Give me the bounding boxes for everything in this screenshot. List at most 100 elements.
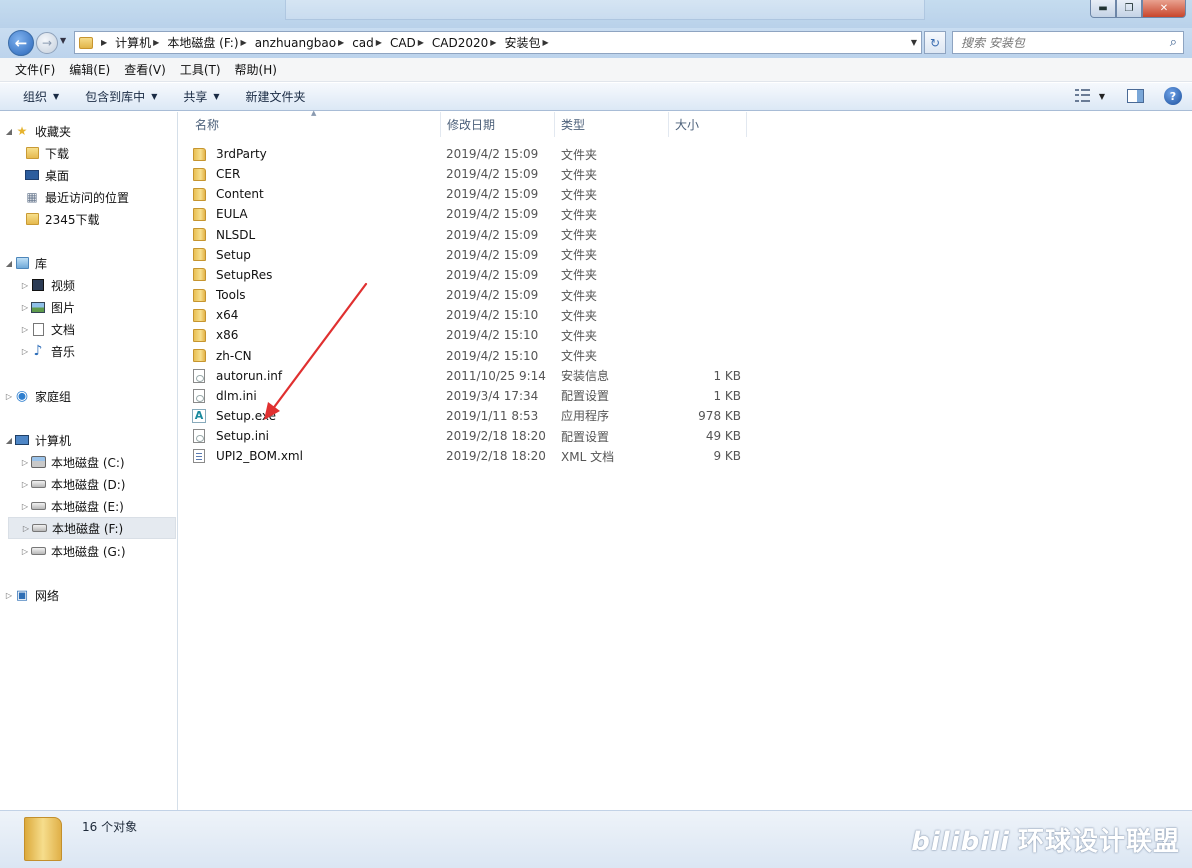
minimize-button[interactable]: ▬ xyxy=(1090,0,1116,18)
file-date: 2019/4/2 15:09 xyxy=(446,247,539,262)
breadcrumb-item[interactable]: 安装包 xyxy=(504,34,540,51)
menu-view[interactable]: 查看(V) xyxy=(117,61,173,78)
breadcrumb-separator[interactable]: ▶ xyxy=(376,38,382,47)
expand-triangle-icon[interactable]: ◢ xyxy=(4,259,14,268)
breadcrumb-separator[interactable]: ▶ xyxy=(241,38,247,47)
refresh-button[interactable]: ↻ xyxy=(924,31,946,54)
new-folder-button[interactable]: 新建文件夹 xyxy=(233,88,319,105)
column-header-type[interactable]: 类型 xyxy=(555,112,669,137)
breadcrumb-separator[interactable]: ▶ xyxy=(101,38,107,47)
autodesk-app-icon: A xyxy=(191,408,207,423)
nav-favorites[interactable]: ◢ ★ 收藏夹 xyxy=(4,120,180,142)
maximize-button[interactable]: ❐ xyxy=(1116,0,1142,18)
file-row[interactable]: Content 2019/4/2 15:09 文件夹 xyxy=(191,184,751,204)
nav-videos[interactable]: ▷ 视频 xyxy=(20,274,196,296)
breadcrumb-item[interactable]: anzhuangbao xyxy=(255,36,336,50)
address-bar[interactable]: ▶ 计算机 ▶ 本地磁盘 (F:) ▶ anzhuangbao ▶ cad ▶ … xyxy=(74,31,922,54)
preview-pane-icon[interactable] xyxy=(1127,89,1144,103)
breadcrumb-item[interactable]: 计算机 xyxy=(115,34,151,51)
file-row[interactable]: Setup 2019/4/2 15:09 文件夹 xyxy=(191,245,751,265)
breadcrumb-item[interactable]: cad xyxy=(352,36,374,50)
file-row[interactable]: dlm.ini 2019/3/4 17:34 配置设置 1 KB xyxy=(191,386,751,406)
nav-documents[interactable]: ▷ 文档 xyxy=(20,318,196,340)
view-options-icon[interactable] xyxy=(1074,89,1091,103)
nav-drive-c[interactable]: ▷ 本地磁盘 (C:) xyxy=(20,451,196,473)
nav-desktop[interactable]: 桌面 xyxy=(24,164,200,186)
nav-pictures[interactable]: ▷ 图片 xyxy=(20,296,196,318)
file-row[interactable]: x64 2019/4/2 15:10 文件夹 xyxy=(191,305,751,325)
expand-triangle-icon[interactable]: ▷ xyxy=(20,325,30,334)
expand-triangle-icon[interactable]: ▷ xyxy=(21,524,31,533)
breadcrumb-item[interactable]: CAD2020 xyxy=(432,36,488,50)
nav-drive-e[interactable]: ▷ 本地磁盘 (E:) xyxy=(20,495,196,517)
file-row[interactable]: A Setup.exe 2019/1/11 8:53 应用程序 978 KB xyxy=(191,406,751,426)
expand-triangle-icon[interactable]: ▷ xyxy=(4,392,14,401)
include-in-library-button[interactable]: 包含到库中 ▼ xyxy=(72,88,170,105)
nav-computer[interactable]: ◢ 计算机 xyxy=(4,429,180,451)
nav-drive-g[interactable]: ▷ 本地磁盘 (G:) xyxy=(20,540,196,562)
breadcrumb-separator[interactable]: ▶ xyxy=(490,38,496,47)
close-button[interactable]: ✕ xyxy=(1142,0,1186,18)
file-row[interactable]: CER 2019/4/2 15:09 文件夹 xyxy=(191,164,751,184)
file-row[interactable]: x86 2019/4/2 15:10 文件夹 xyxy=(191,325,751,345)
recent-pages-dropdown[interactable]: ▼ xyxy=(60,36,66,45)
expand-triangle-icon[interactable]: ◢ xyxy=(4,127,14,136)
forward-button[interactable]: → xyxy=(36,32,58,54)
share-button[interactable]: 共享 ▼ xyxy=(170,88,232,105)
nav-drive-f[interactable]: ▷ 本地磁盘 (F:) xyxy=(8,517,176,539)
expand-triangle-icon[interactable]: ▷ xyxy=(20,547,30,556)
window-controls: ▬ ❐ ✕ xyxy=(1090,0,1186,18)
nav-drive-d[interactable]: ▷ 本地磁盘 (D:) xyxy=(20,473,196,495)
expand-triangle-icon[interactable]: ▷ xyxy=(20,281,30,290)
nav-downloads[interactable]: 下载 xyxy=(24,142,200,164)
nav-2345-downloads[interactable]: 2345下载 xyxy=(24,208,200,230)
nav-network[interactable]: ▷ ▣ 网络 xyxy=(4,584,180,606)
expand-triangle-icon[interactable]: ▷ xyxy=(20,480,30,489)
breadcrumb-item[interactable]: 本地磁盘 (F:) xyxy=(167,34,238,51)
file-row[interactable]: SetupRes 2019/4/2 15:09 文件夹 xyxy=(191,265,751,285)
column-header-name[interactable]: 名称 xyxy=(189,112,441,137)
back-button[interactable]: ← xyxy=(8,30,34,56)
file-type: 文件夹 xyxy=(561,187,598,202)
nav-libraries[interactable]: ◢ 库 xyxy=(4,252,180,274)
column-header-size[interactable]: 大小 xyxy=(669,112,747,137)
address-history-dropdown[interactable]: ▼ xyxy=(911,38,917,47)
file-row[interactable]: NLSDL 2019/4/2 15:09 文件夹 xyxy=(191,225,751,245)
share-label: 共享 xyxy=(183,90,208,104)
breadcrumb-separator[interactable]: ▶ xyxy=(338,38,344,47)
nav-homegroup[interactable]: ▷ ◉ 家庭组 xyxy=(4,385,180,407)
search-input[interactable] xyxy=(961,35,1151,50)
file-row[interactable]: zh-CN 2019/4/2 15:10 文件夹 xyxy=(191,346,751,366)
menu-edit[interactable]: 编辑(E) xyxy=(62,61,117,78)
menu-file[interactable]: 文件(F) xyxy=(8,61,62,78)
breadcrumb-item[interactable]: CAD xyxy=(390,36,416,50)
file-row[interactable]: 3rdParty 2019/4/2 15:09 文件夹 xyxy=(191,144,751,164)
file-row[interactable]: EULA 2019/4/2 15:09 文件夹 xyxy=(191,204,751,224)
file-name: SetupRes xyxy=(216,267,273,282)
breadcrumb-separator[interactable]: ▶ xyxy=(418,38,424,47)
expand-triangle-icon[interactable]: ▷ xyxy=(20,502,30,511)
menu-help[interactable]: 帮助(H) xyxy=(228,61,284,78)
nav-music[interactable]: ▷ ♪ 音乐 xyxy=(20,340,196,362)
expand-triangle-icon[interactable]: ◢ xyxy=(4,436,14,445)
breadcrumb-separator[interactable]: ▶ xyxy=(542,38,548,47)
file-row[interactable]: autorun.inf 2011/10/25 9:14 安装信息 1 KB xyxy=(191,366,751,386)
search-box[interactable]: ⌕ xyxy=(952,31,1184,54)
column-header-modified[interactable]: 修改日期 xyxy=(441,112,555,137)
file-row[interactable]: UPI2_BOM.xml 2019/2/18 18:20 XML 文档 9 KB xyxy=(191,446,751,466)
file-row[interactable]: Tools 2019/4/2 15:09 文件夹 xyxy=(191,285,751,305)
file-row[interactable]: Setup.ini 2019/2/18 18:20 配置设置 49 KB xyxy=(191,426,751,446)
breadcrumb-separator[interactable]: ▶ xyxy=(153,38,159,47)
chevron-down-icon[interactable]: ▼ xyxy=(1099,92,1105,101)
nav-recent-places[interactable]: ▦ 最近访问的位置 xyxy=(24,186,200,208)
details-pane: 16 个对象 bilibili 环球设计联盟 xyxy=(0,810,1192,868)
help-icon[interactable]: ? xyxy=(1164,87,1182,105)
organize-button[interactable]: 组织 ▼ xyxy=(10,88,72,105)
file-size: 9 KB xyxy=(713,449,741,464)
expand-triangle-icon[interactable]: ▷ xyxy=(20,303,30,312)
menu-tools[interactable]: 工具(T) xyxy=(173,61,228,78)
expand-triangle-icon[interactable]: ▷ xyxy=(20,347,30,356)
expand-triangle-icon[interactable]: ▷ xyxy=(20,458,30,467)
expand-triangle-icon[interactable]: ▷ xyxy=(4,591,14,600)
search-icon[interactable]: ⌕ xyxy=(1170,35,1177,50)
